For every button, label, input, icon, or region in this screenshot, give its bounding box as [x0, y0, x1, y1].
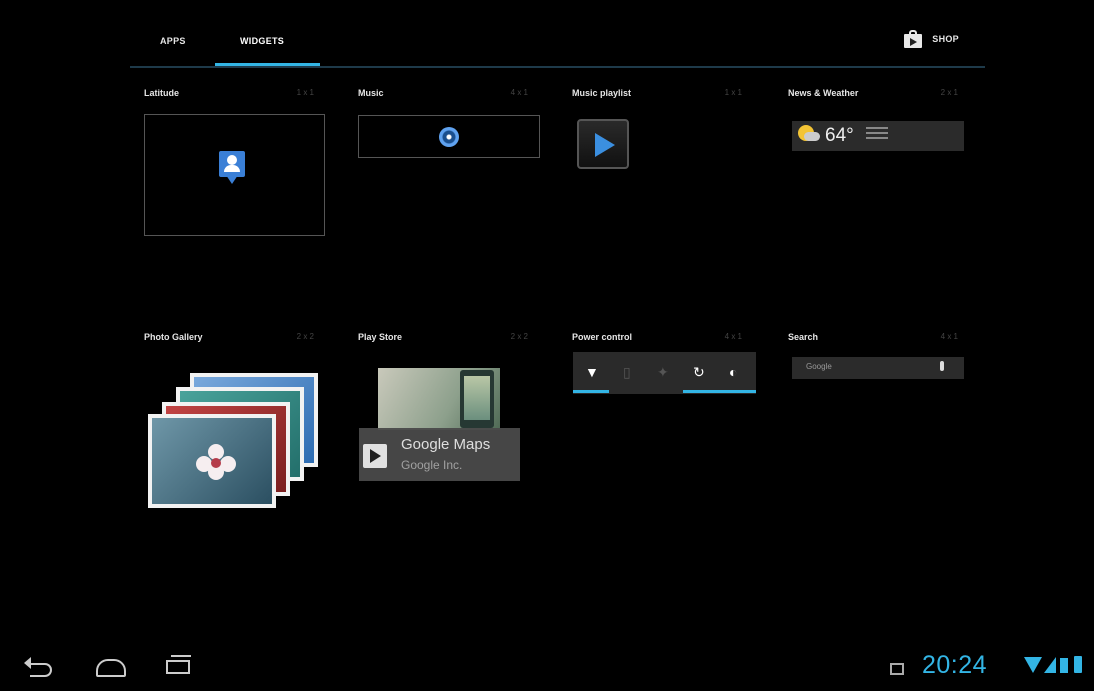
wifi-on-indicator — [573, 390, 609, 393]
battery-icon — [1074, 656, 1082, 673]
music-playlist-preview[interactable] — [577, 119, 629, 169]
system-bar: 20:24 — [0, 643, 1094, 691]
power-control-preview[interactable]: ▼ ▯ ✦ ↻ ◐ — [573, 352, 756, 394]
widget-music-playlist[interactable]: Music playlist 1 x 1 — [558, 0, 758, 230]
latitude-preview[interactable] — [144, 114, 325, 236]
widget-news-weather[interactable]: News & Weather 2 x 1 — [774, 0, 974, 230]
flower-image — [196, 444, 236, 480]
microphone-icon — [940, 361, 944, 371]
wifi-status-icon — [1024, 657, 1042, 673]
widget-size: 4 x 1 — [510, 88, 528, 97]
search-preview[interactable]: Google — [792, 357, 964, 379]
photo-front — [148, 414, 276, 508]
temperature: 64° — [825, 125, 854, 146]
weather-details-lines — [866, 127, 888, 142]
widget-size: 4 x 1 — [724, 332, 742, 341]
play-store-screenshot — [378, 368, 500, 430]
play-store-card[interactable]: Google Maps Google Inc. — [359, 428, 520, 481]
widget-size: 2 x 2 — [296, 332, 314, 341]
sync-brightness-on-indicator — [683, 390, 756, 393]
signal-icon — [1044, 657, 1056, 673]
widget-title: Music playlist — [572, 88, 632, 98]
recent-apps-icon[interactable] — [166, 655, 191, 674]
play-store-icon — [363, 444, 387, 468]
bluetooth-icon: ▯ — [623, 364, 631, 380]
app-name: Google Maps — [401, 436, 491, 453]
weather-preview[interactable]: 64° — [792, 121, 964, 151]
widget-title: Latitude — [144, 88, 179, 98]
cloud-icon — [804, 132, 820, 141]
gps-icon: ✦ — [657, 364, 669, 380]
widget-size: 2 x 2 — [510, 332, 528, 341]
clock[interactable]: 20:24 — [922, 651, 987, 680]
music-preview[interactable] — [358, 115, 540, 158]
phone-image — [460, 370, 494, 428]
widget-size: 4 x 1 — [940, 332, 958, 341]
widget-size: 1 x 1 — [296, 88, 314, 97]
widget-size: 1 x 1 — [724, 88, 742, 97]
back-icon[interactable] — [24, 657, 52, 677]
screenshot-icon[interactable] — [890, 663, 904, 675]
home-icon[interactable] — [96, 659, 126, 677]
widget-size: 2 x 1 — [940, 88, 958, 97]
widget-title: Search — [788, 332, 819, 342]
app-developer: Google Inc. — [401, 458, 463, 472]
music-disc-icon — [439, 127, 459, 147]
widget-title: News & Weather — [788, 88, 859, 98]
sim-icon — [1060, 658, 1068, 673]
widget-title: Play Store — [358, 332, 403, 342]
wifi-icon: ▼ — [585, 364, 599, 380]
play-icon — [595, 133, 615, 157]
latitude-pin-icon — [219, 151, 245, 184]
search-hint: Google — [806, 362, 832, 371]
widget-title: Photo Gallery — [144, 332, 203, 342]
widget-title: Power control — [572, 332, 633, 342]
widget-title: Music — [358, 88, 384, 98]
sync-icon: ↻ — [693, 364, 705, 380]
brightness-icon: ◐ — [729, 364, 738, 380]
